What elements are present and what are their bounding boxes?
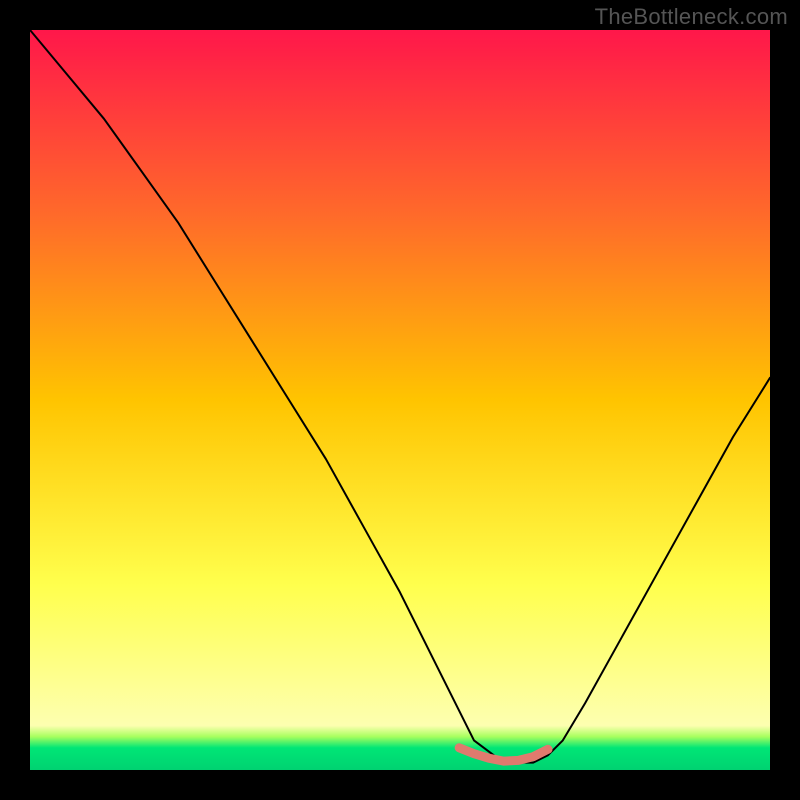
chart-container: TheBottleneck.com: [0, 0, 800, 800]
chart-svg: [30, 30, 770, 770]
chart-background: [30, 30, 770, 770]
plot-area: [30, 30, 770, 770]
watermark-text: TheBottleneck.com: [595, 4, 788, 30]
